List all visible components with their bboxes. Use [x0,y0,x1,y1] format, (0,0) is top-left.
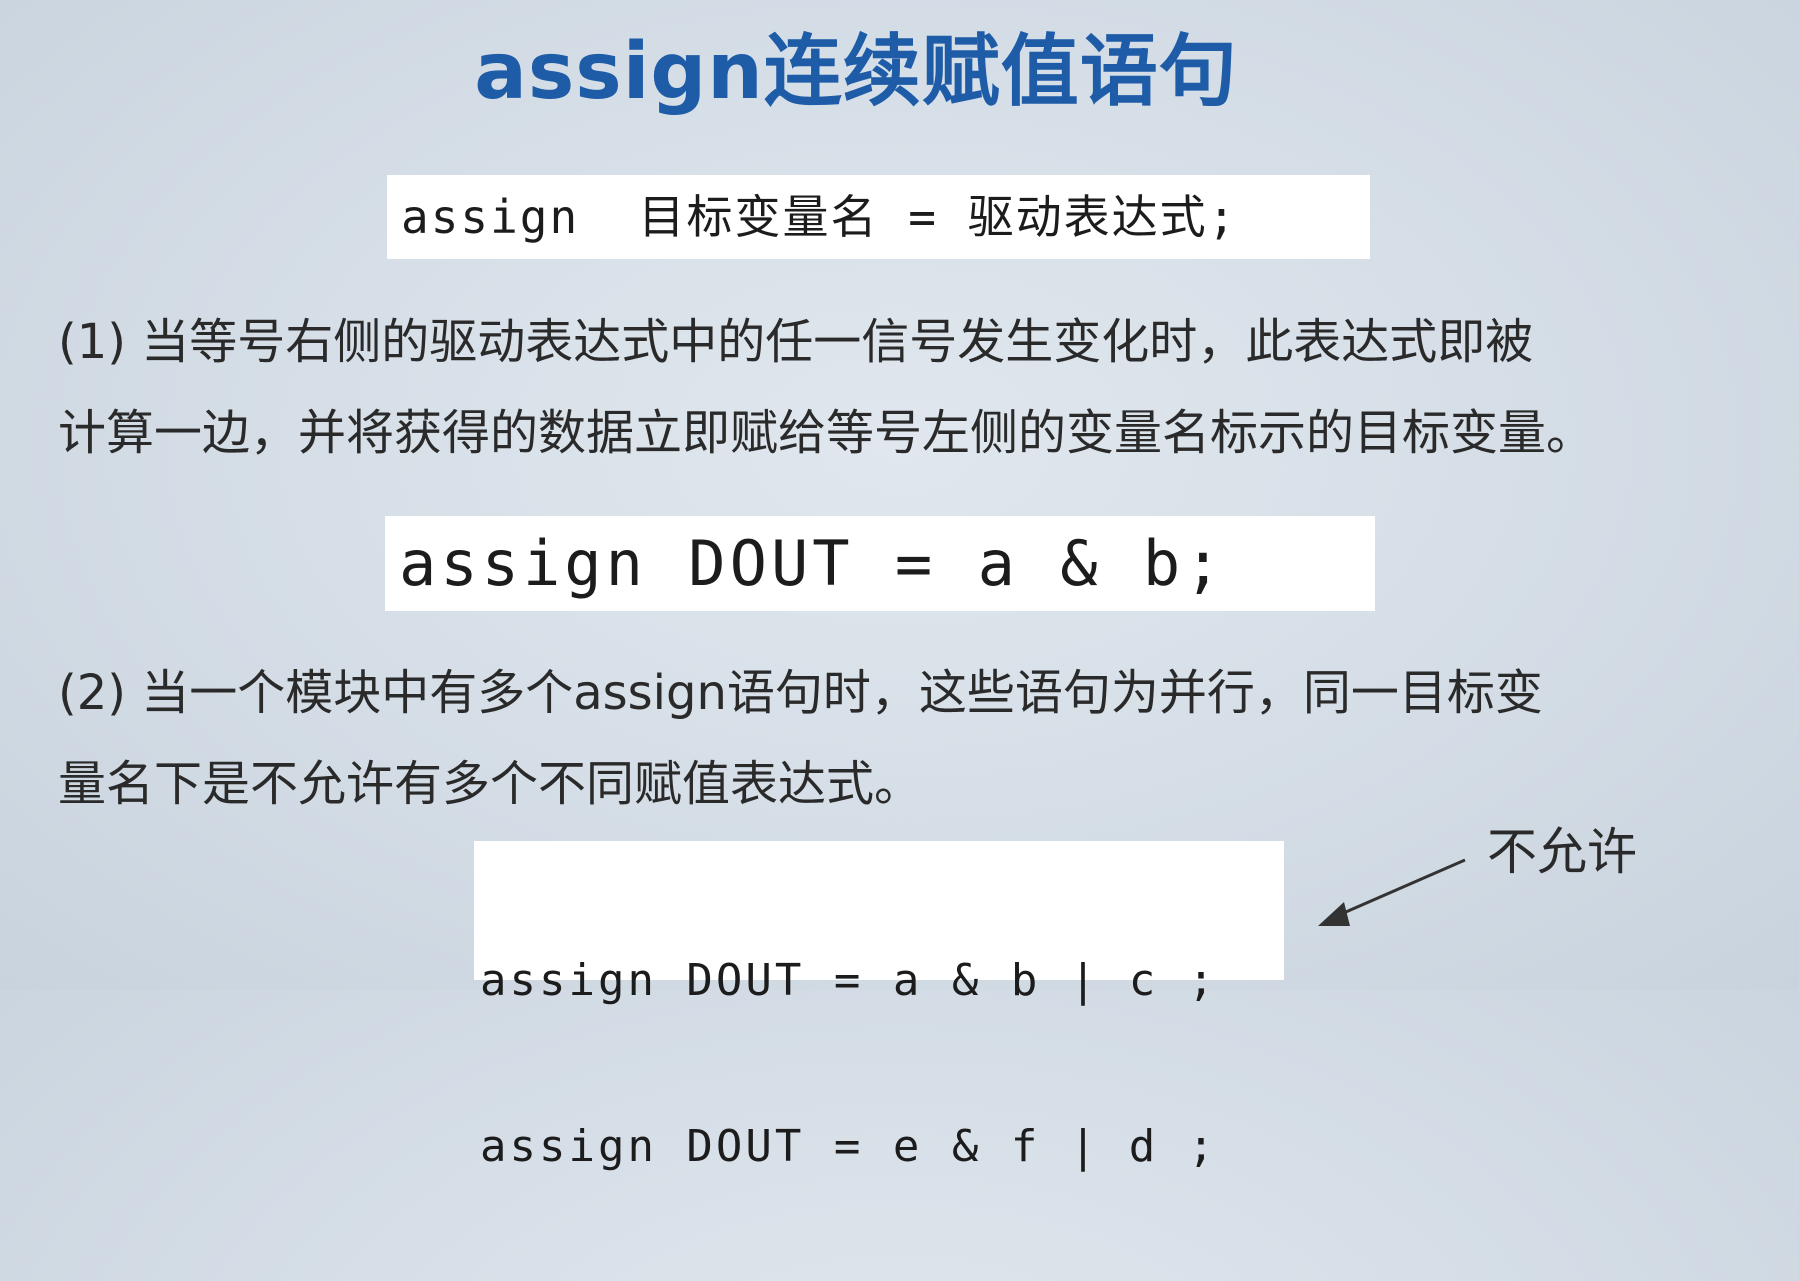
slide: assign连续赋值语句 assign 目标变量名 = 驱动表达式; (1) 当… [0,0,1799,1172]
example-code-box: assign DOUT = a & b; [385,516,1375,611]
point-1-line-1: (1) 当等号右侧的驱动表达式中的任一信号发生变化时，此表达式即被 [58,314,1534,370]
arrow-icon [1318,858,1466,926]
point-2-paragraph: (2) 当一个模块中有多个assign语句时，这些语句为并行，同一目标变 量名下… [58,648,1778,830]
multi-assign-code-box: assign DOUT = a & b | c ; assign DOUT = … [474,841,1284,1172]
code-line-1: assign DOUT = a & b | c ; [480,955,1218,1006]
point-1-line-2: 计算一边，并将获得的数据立即赋给等号左侧的变量名标示的目标变量。 [58,405,1595,461]
point-2-line-1: (2) 当一个模块中有多个assign语句时，这些语句为并行，同一目标变 [58,665,1543,721]
not-allowed-annotation: 不允许 [1487,823,1637,881]
slide-title: assign连续赋值语句 [474,27,1238,117]
syntax-code-box: assign 目标变量名 = 驱动表达式; [387,175,1370,259]
code-line-2: assign DOUT = e & f | d ; [480,1121,1218,1172]
point-1-paragraph: (1) 当等号右侧的驱动表达式中的任一信号发生变化时，此表达式即被 计算一边，并… [58,297,1778,479]
point-2-line-2: 量名下是不允许有多个不同赋值表达式。 [58,756,923,812]
